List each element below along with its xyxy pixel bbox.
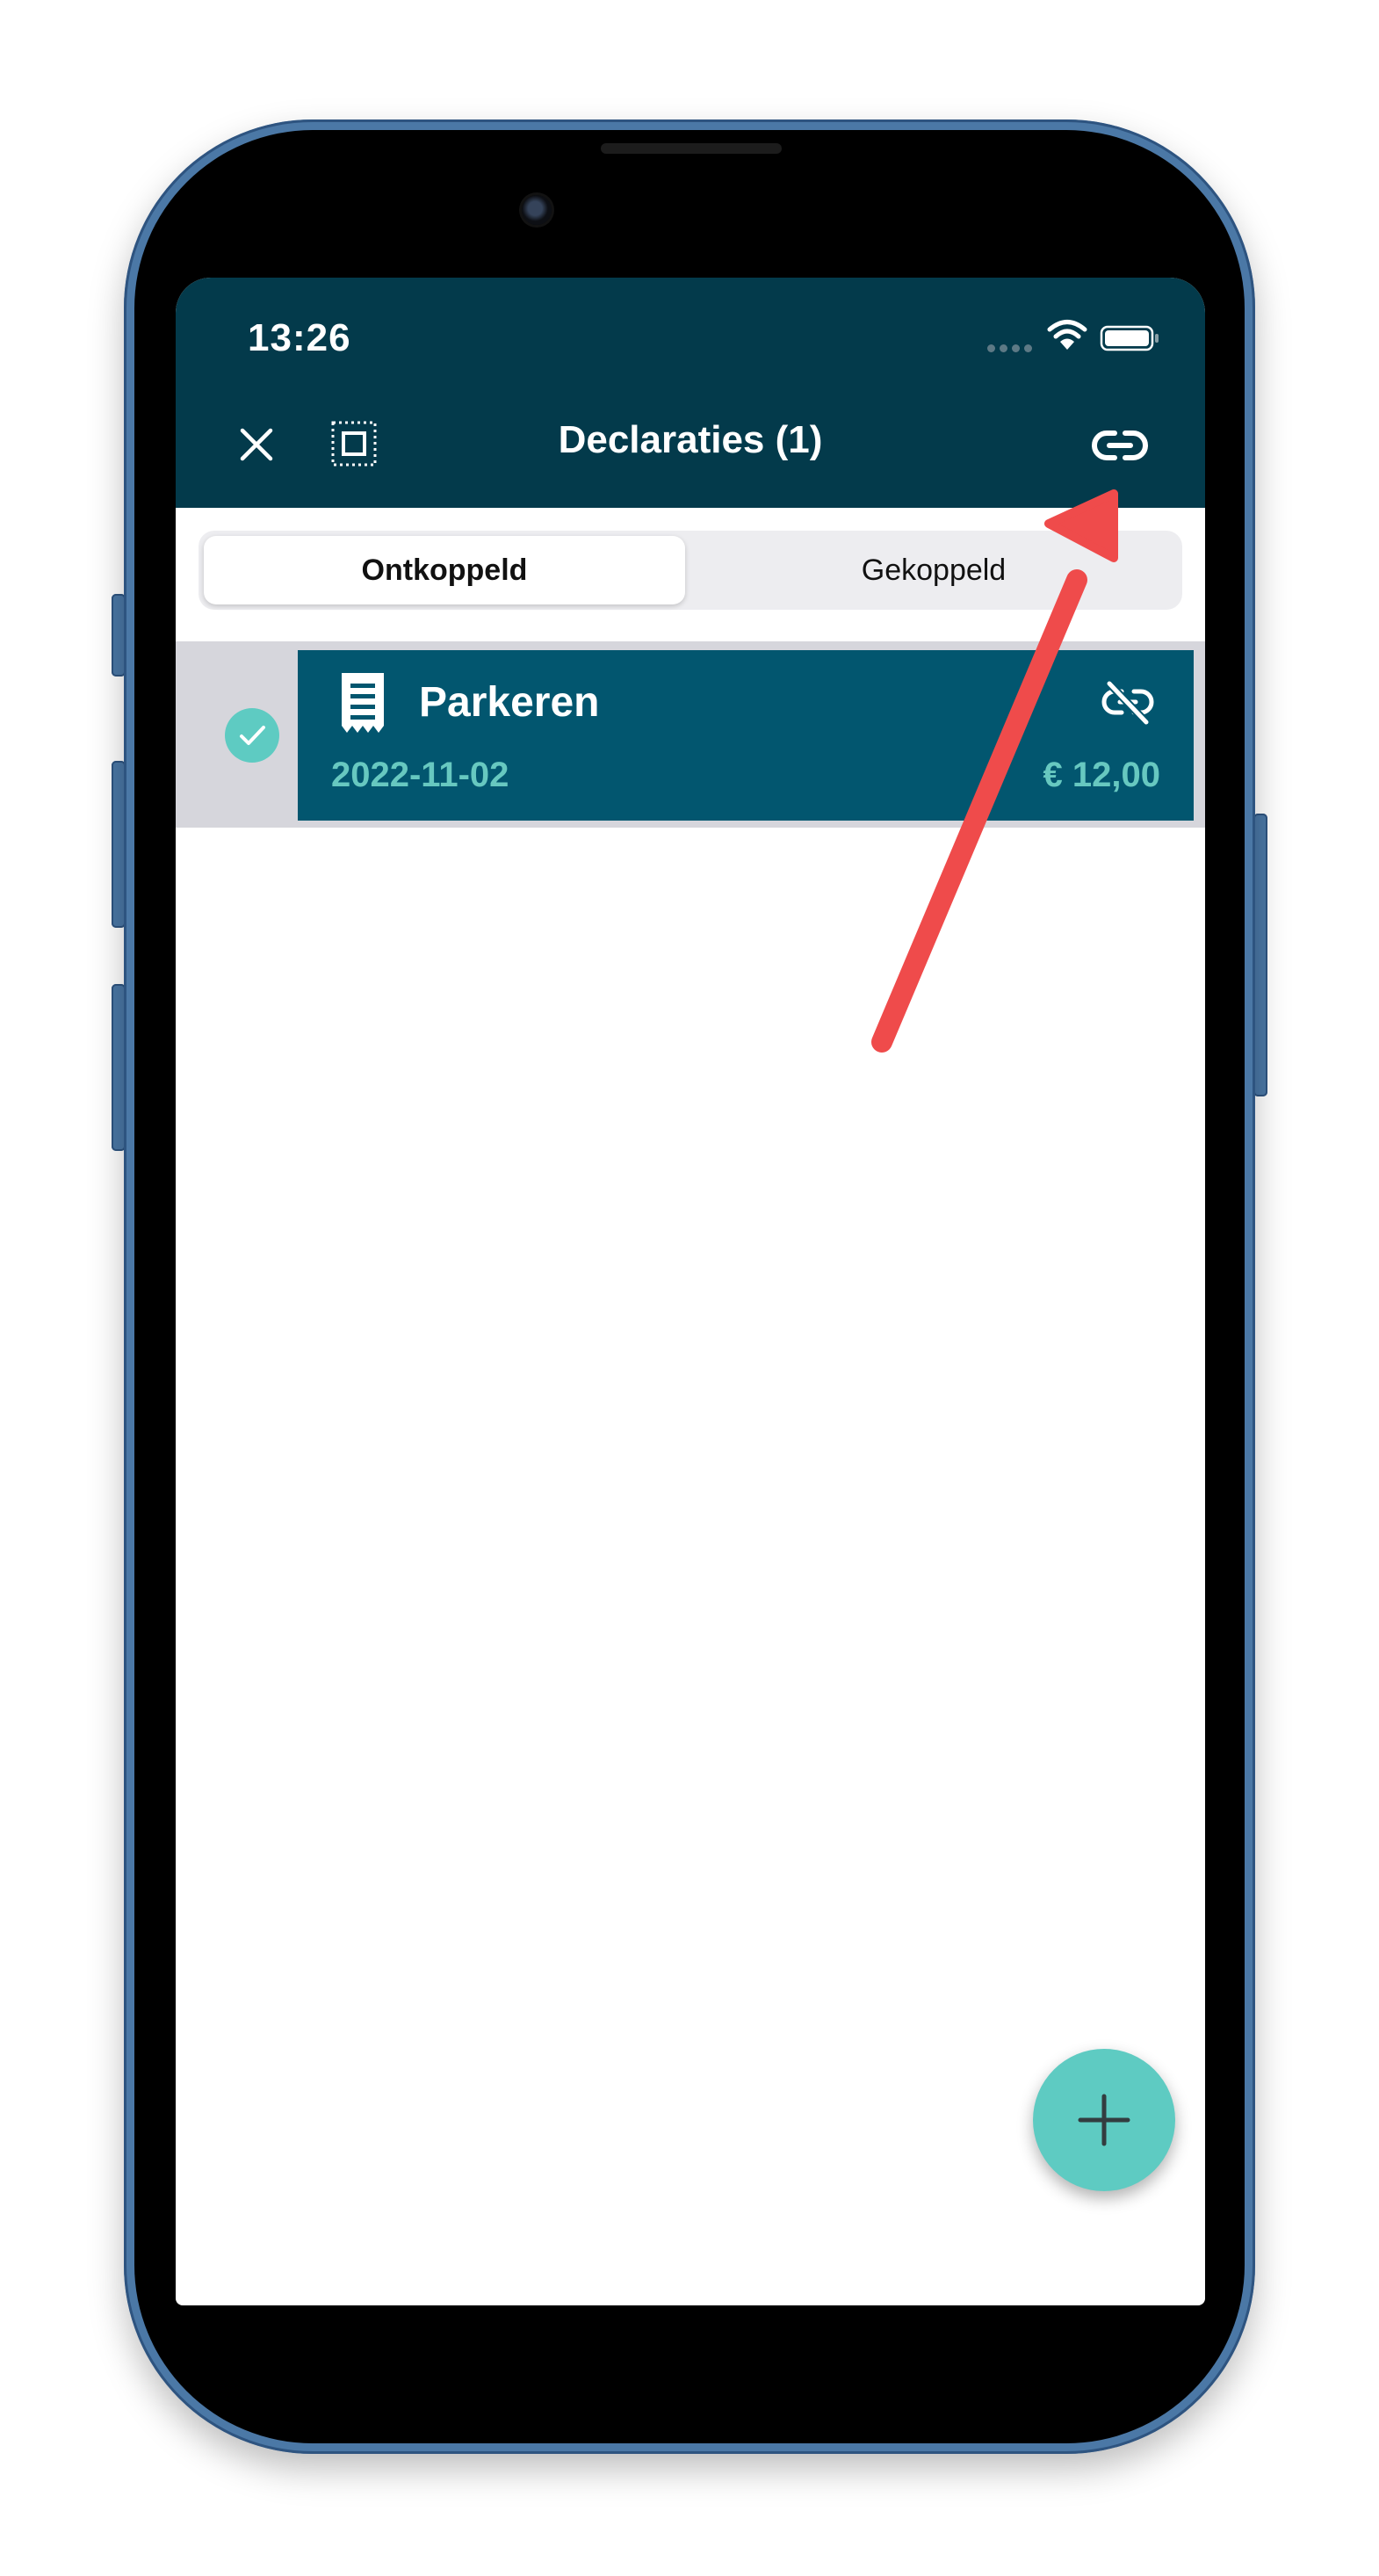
list-item: Parkeren 2022-11-02 € 12,00 (176, 641, 1205, 828)
tab-ontkoppeld[interactable]: Ontkoppeld (204, 536, 685, 604)
speaker-grille (601, 143, 782, 154)
unlink-icon (1101, 680, 1154, 726)
plus-icon (1078, 2094, 1130, 2146)
battery-icon (1100, 325, 1159, 351)
app-screen: 13:26 Declaraties (1) Ontkoppeld Gekoppe… (176, 278, 1205, 2305)
tab-gekoppeld[interactable]: Gekoppeld (690, 536, 1177, 604)
segmented-control: Ontkoppeld Gekoppeld (199, 531, 1182, 610)
add-declaration-button[interactable] (1033, 2049, 1175, 2191)
declaration-title: Parkeren (419, 679, 600, 726)
declaration-date: 2022-11-02 (331, 756, 509, 794)
app-header: 13:26 Declaraties (1) (176, 278, 1205, 508)
wifi-icon (1047, 320, 1087, 350)
status-time: 13:26 (248, 316, 351, 359)
declaration-card[interactable]: Parkeren 2022-11-02 € 12,00 (298, 650, 1194, 821)
page: 13:26 Declaraties (1) Ontkoppeld Gekoppe… (0, 0, 1379, 2576)
signal-dots-icon (987, 344, 1032, 352)
power-button (1253, 814, 1267, 1096)
selection-checkbox[interactable] (225, 708, 279, 763)
front-camera (522, 195, 552, 225)
page-title: Declaraties (1) (558, 418, 823, 461)
link-icon[interactable] (1092, 425, 1148, 466)
declaration-amount: € 12,00 (1043, 756, 1160, 794)
receipt-icon (342, 673, 384, 733)
checkmark-icon (240, 726, 265, 745)
